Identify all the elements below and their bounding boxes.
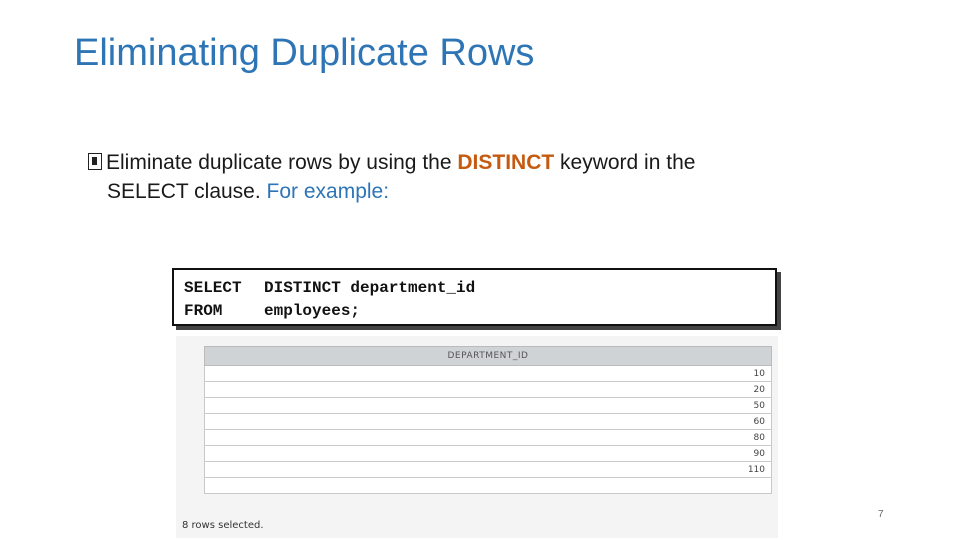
page-number: 7 [878, 509, 884, 520]
table-cell: 50 [204, 397, 772, 414]
rows-selected-status: 8 rows selected. [182, 520, 264, 531]
table-cell: 110 [204, 461, 772, 478]
result-table: DEPARTMENT_ID 10 20 50 60 80 90 110 [204, 346, 772, 494]
bullet-text-before: Eliminate duplicate rows by using the [106, 151, 458, 174]
table-cell: 60 [204, 413, 772, 430]
table-row: 110 [204, 461, 772, 478]
table-row: 60 [204, 413, 772, 430]
column-header-department-id: DEPARTMENT_ID [204, 346, 772, 366]
slide-title: Eliminating Duplicate Rows [74, 32, 535, 74]
bullet-point: Eliminate duplicate rows by using the DI… [88, 148, 848, 206]
example-label: For example: [266, 180, 390, 203]
bullet-square-icon [88, 153, 102, 170]
table-cell: 10 [204, 365, 772, 382]
table-row: 10 [204, 365, 772, 382]
bullet-line-2: SELECT clause. For example: [88, 177, 848, 206]
from-keyword: FROM [184, 302, 223, 320]
result-header-row: DEPARTMENT_ID [204, 346, 772, 366]
table-row: 50 [204, 397, 772, 414]
select-keyword: SELECT [184, 279, 242, 297]
table-row: 90 [204, 445, 772, 462]
bullet-line2-text: SELECT clause. [107, 180, 267, 203]
query-result-area: DEPARTMENT_ID 10 20 50 60 80 90 110 8 ro… [176, 336, 778, 538]
table-row [204, 477, 772, 494]
query-line-1: SELECT DISTINCT department_id [184, 279, 475, 297]
distinct-keyword: DISTINCT [457, 151, 555, 174]
table-cell: 90 [204, 445, 772, 462]
table-cell: 80 [204, 429, 772, 446]
table-cell: 20 [204, 381, 772, 398]
table-row: 20 [204, 381, 772, 398]
query-line-2: FROM employees; [184, 302, 360, 320]
query-line2-rest: employees; [264, 302, 361, 320]
query-line1-rest: DISTINCT department_id [264, 279, 476, 297]
sql-query-box: SELECT DISTINCT department_id FROM employe… [172, 268, 777, 326]
bullet-text-after: keyword in the [554, 151, 696, 174]
table-row: 80 [204, 429, 772, 446]
table-cell [204, 477, 772, 494]
